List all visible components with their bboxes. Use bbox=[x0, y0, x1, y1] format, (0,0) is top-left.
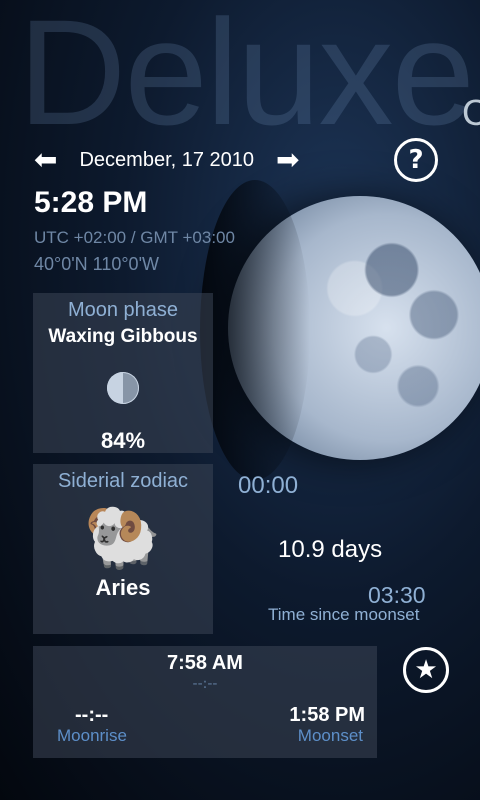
moon-phase-name: Waxing Gibbous bbox=[48, 326, 198, 347]
rise-set-panel[interactable]: 7:58 AM --:-- --:-- Moonrise 1:58 PM Moo… bbox=[33, 646, 377, 758]
timezone-offset: UTC +02:00 / GMT +03:00 bbox=[34, 228, 235, 247]
star-icon: ★ bbox=[414, 655, 438, 685]
app-title-watermark: Deluxe bbox=[18, 0, 475, 156]
current-time: 5:28 PM bbox=[34, 186, 148, 219]
app-title-tail: C bbox=[462, 92, 480, 133]
question-icon: ? bbox=[408, 145, 424, 175]
location-coordinates: 40°0'N 110°0'W bbox=[34, 254, 159, 274]
timer-value: 00:00 bbox=[238, 472, 299, 499]
arrow-left-icon[interactable]: ⬅ bbox=[34, 146, 57, 174]
favorite-button[interactable]: ★ bbox=[403, 647, 449, 693]
transit-time: 7:58 AM bbox=[167, 652, 243, 674]
moon-phase-title: Moon phase bbox=[67, 299, 179, 321]
arrow-right-icon[interactable]: ➡ bbox=[276, 146, 299, 174]
moon-shadow bbox=[200, 180, 310, 480]
moon-illumination: 84% bbox=[100, 428, 146, 453]
moonset-time: 1:58 PM bbox=[289, 704, 365, 726]
zodiac-title: Siderial zodiac bbox=[57, 470, 189, 492]
help-button[interactable]: ? bbox=[394, 138, 438, 182]
zodiac-panel[interactable]: Siderial zodiac 🐏 Aries bbox=[33, 464, 213, 634]
moon-age: 10.9 days bbox=[278, 536, 383, 563]
ram-icon: 🐏 bbox=[84, 499, 162, 572]
moonset-label: Moonset bbox=[297, 726, 363, 745]
moon-phase-icon bbox=[107, 372, 139, 404]
moon-phase-panel[interactable]: Moon phase Waxing Gibbous 84% bbox=[33, 293, 213, 453]
transit-sub: --:-- bbox=[192, 676, 218, 692]
moonrise-label: Moonrise bbox=[57, 726, 127, 745]
zodiac-sign: Aries bbox=[95, 575, 151, 600]
date-navigation: ⬅ December, 17 2010 ➡ bbox=[34, 144, 446, 176]
moonrise-time: --:-- bbox=[75, 704, 109, 726]
current-date: December, 17 2010 bbox=[79, 148, 255, 171]
time-since-moonset-label: Time since moonset bbox=[268, 605, 420, 624]
